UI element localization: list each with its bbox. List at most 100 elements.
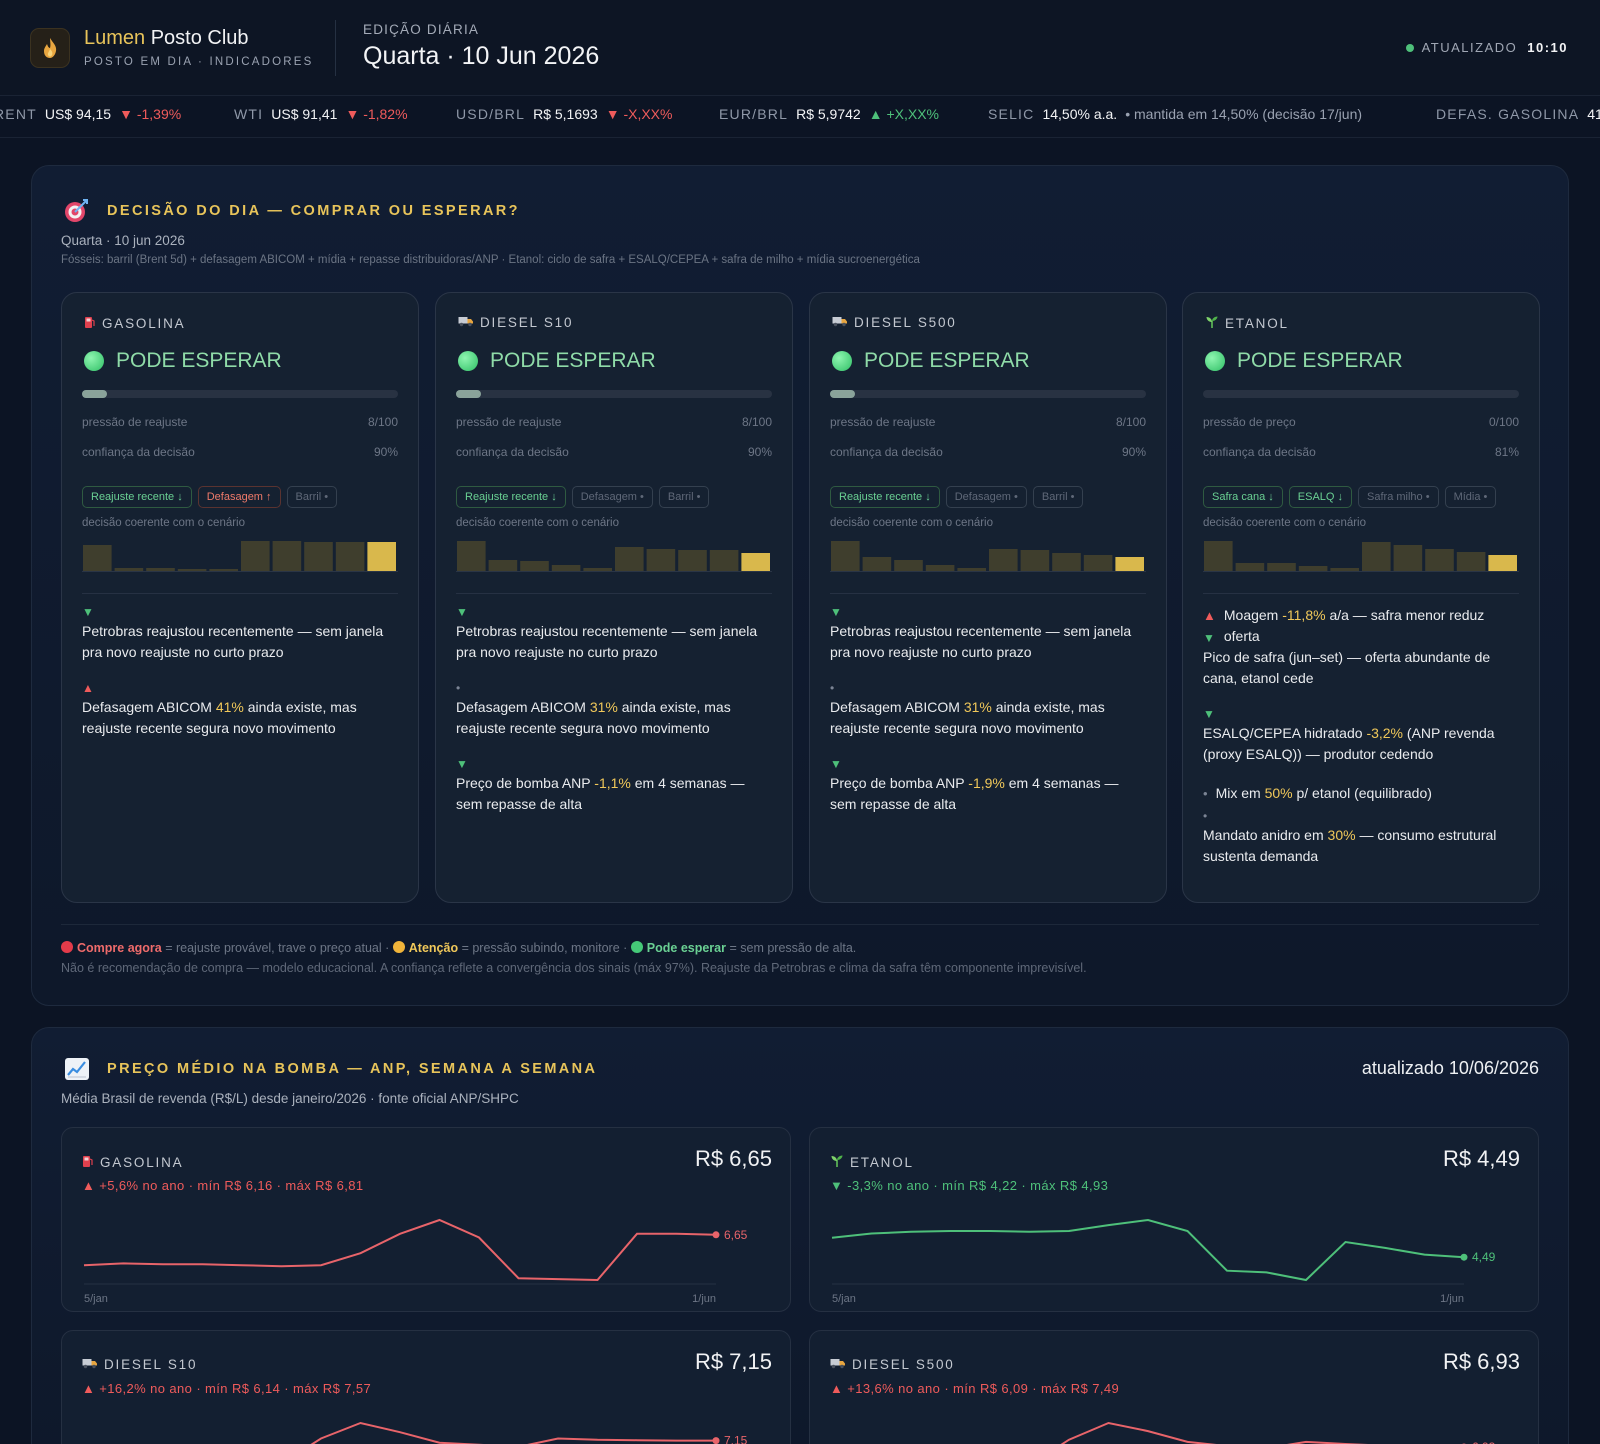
green-status-dot-icon bbox=[1205, 351, 1225, 371]
history-bar bbox=[1083, 555, 1113, 571]
decision-history-chart bbox=[1203, 541, 1519, 572]
current-price: R$ 6,65 bbox=[694, 1146, 772, 1171]
market-ticker: RENTUS$ 94,15▼ -1,39% WTIUS$ 91,41▼ -1,8… bbox=[0, 97, 1600, 138]
signal-down-icon: ▼ bbox=[456, 605, 468, 619]
ticker-item-usdbrl[interactable]: USD/BRL R$ 5,1693 ▼ -X,XX% bbox=[456, 106, 672, 122]
history-bar bbox=[1330, 568, 1359, 571]
decision-card-gasolina[interactable]: GASOLINA PODE ESPERAR pressão de reajuste 8… bbox=[61, 292, 419, 903]
green-status-dot-icon bbox=[84, 351, 104, 371]
history-bar bbox=[1267, 563, 1296, 571]
signal-tag[interactable]: Mídia • bbox=[1444, 486, 1497, 508]
signal-down-icon: ▼ bbox=[456, 757, 468, 771]
history-bar bbox=[146, 568, 175, 571]
signal-tags: Reajuste recente ↓ Defasagem • Barril • bbox=[830, 486, 1084, 508]
price-sparkline: 6,93 bbox=[1060, 1421, 1496, 1444]
signal-tag[interactable]: Reajuste recente ↓ bbox=[82, 486, 192, 508]
history-bar bbox=[1235, 563, 1265, 571]
history-bar bbox=[1115, 557, 1144, 571]
confidence-row: confiança da decisão 81% bbox=[1203, 445, 1519, 459]
history-bar bbox=[989, 549, 1018, 571]
card-title: ETANOL bbox=[1205, 315, 1289, 332]
history-bar bbox=[1393, 545, 1423, 571]
ticker-item-defasagem[interactable]: DEFAS. GASOLINA41% bbox=[1436, 106, 1600, 122]
history-bar bbox=[741, 553, 770, 571]
decision-card-diesel-s500[interactable]: DIESEL S500 PODE ESPERAR pressão de reajus… bbox=[809, 292, 1167, 903]
price-point bbox=[712, 1437, 720, 1444]
signal-tag[interactable]: Barril • bbox=[1032, 486, 1084, 508]
last-value-label: 4,49 bbox=[1472, 1250, 1496, 1264]
coherence-note: decisão coerente com o cenário bbox=[82, 517, 246, 529]
ticker-item-wti[interactable]: WTI US$ 91,41 ▼ -1,82% bbox=[234, 106, 408, 122]
signal-tags: Safra cana ↓ ESALQ ↓ Safra milho • Mídia • bbox=[1203, 486, 1497, 508]
price-card-diesel-s10[interactable]: DIESEL S10 R$ 7,15 ▲ +16,2% no ano · mín R… bbox=[61, 1330, 791, 1444]
signal-item: ▲ Defasagem ABICOM 41% ainda existe, mas … bbox=[82, 681, 400, 739]
signal-tag[interactable]: Reajuste recente ↓ bbox=[456, 486, 566, 508]
price-card-etanol[interactable]: ETANOL R$ 4,49 ▼ -3,3% no ano · mín R$ 4,2… bbox=[809, 1127, 1539, 1312]
signal-item: ▼ ESALQ/CEPEA hidratado -3,2% (ANP revend… bbox=[1203, 707, 1521, 765]
history-bar bbox=[709, 550, 739, 571]
price-card-diesel-s500[interactable]: DIESEL S500 R$ 6,93 ▲ +13,6% no ano · mín … bbox=[809, 1330, 1539, 1444]
signal-tag[interactable]: ESALQ ↓ bbox=[1288, 486, 1353, 508]
truck-icon bbox=[82, 1357, 98, 1372]
price-point bbox=[712, 1231, 720, 1239]
signal-tag[interactable]: Defasagem • bbox=[571, 486, 653, 508]
signal-item: • Mix em 50% p/ etanol (equilibrado) bbox=[1203, 785, 1432, 801]
status-indicator: PODE ESPERAR bbox=[1205, 349, 1403, 373]
card-title: DIESEL S10 bbox=[458, 315, 573, 330]
chart-trend-icon bbox=[64, 1057, 90, 1086]
update-status: ATUALIZADO 10:10 bbox=[1405, 40, 1568, 55]
signal-tag[interactable]: Barril • bbox=[286, 486, 338, 508]
history-bar bbox=[646, 549, 676, 571]
signal-tag[interactable]: Barril • bbox=[658, 486, 710, 508]
coherence-note: decisão coerente com o cenário bbox=[1203, 517, 1367, 529]
decision-card-etanol[interactable]: ETANOL PODE ESPERAR pressão de preço 0/100 c… bbox=[1182, 292, 1540, 903]
card-divider bbox=[1203, 593, 1519, 594]
history-bar bbox=[457, 541, 486, 571]
status-indicator: PODE ESPERAR bbox=[832, 349, 1030, 373]
top-header: Lumen Posto Club POSTO EM DIA · INDICADO… bbox=[0, 0, 1600, 96]
history-bar bbox=[83, 545, 112, 571]
prices-title: PREÇO MÉDIO NA BOMBA — ANP, SEMANA A SEM… bbox=[107, 1061, 598, 1077]
history-bar bbox=[925, 565, 955, 571]
signal-tag[interactable]: Safra milho • bbox=[1358, 486, 1439, 508]
target-icon bbox=[63, 198, 89, 229]
current-price: R$ 4,49 bbox=[1442, 1146, 1520, 1171]
card-divider bbox=[82, 593, 398, 594]
signal-tag[interactable]: Defasagem ↑ bbox=[197, 486, 281, 508]
history-bar bbox=[367, 542, 396, 571]
ticker-item-eurbrl[interactable]: EUR/BRL R$ 5,9742 ▲ +X,XX% bbox=[719, 106, 939, 122]
signal-item: ▼ Preço de bomba ANP -1,1% em 4 semanas —… bbox=[456, 757, 774, 815]
truck-icon bbox=[832, 315, 848, 330]
price-series-line bbox=[83, 1218, 717, 1282]
history-bar bbox=[1456, 552, 1486, 571]
pressure-row: pressão de reajuste 8/100 bbox=[456, 415, 772, 429]
signal-item: • Defasagem ABICOM 31% ainda existe, mas … bbox=[830, 681, 1148, 739]
signal-tag[interactable]: Safra cana ↓ bbox=[1203, 486, 1283, 508]
current-price: R$ 7,15 bbox=[694, 1349, 772, 1374]
fuel-pump-icon bbox=[82, 1154, 94, 1171]
signal-neutral-icon: • bbox=[830, 681, 835, 695]
brand-name[interactable]: Lumen Posto Club bbox=[84, 27, 249, 50]
signal-tag[interactable]: Reajuste recente ↓ bbox=[830, 486, 940, 508]
status-indicator: PODE ESPERAR bbox=[84, 349, 282, 373]
signal-down-icon: ▼ bbox=[830, 605, 842, 619]
last-value-label: 6,65 bbox=[724, 1228, 748, 1242]
price-card-title: DIESEL S500 bbox=[830, 1357, 955, 1372]
price-change: ▲ +13,6% no ano · mín R$ 6,09 · máx R$ 7… bbox=[830, 1381, 1120, 1396]
price-change: ▲ +16,2% no ano · mín R$ 6,14 · máx R$ 7… bbox=[82, 1381, 372, 1396]
green-status-dot-icon bbox=[458, 351, 478, 371]
flame-icon[interactable] bbox=[30, 28, 70, 68]
confidence-row: confiança da decisão 90% bbox=[830, 445, 1146, 459]
status-indicator: PODE ESPERAR bbox=[458, 349, 656, 373]
ticker-item-selic[interactable]: SELIC 14,50% a.a. • mantida em 14,50% (dec… bbox=[988, 106, 1362, 122]
decision-card-diesel-s10[interactable]: DIESEL S10 PODE ESPERAR pressão de reajust… bbox=[435, 292, 793, 903]
signal-item: ▼ Pico de safra (jun–set) — oferta abunda… bbox=[1203, 631, 1521, 689]
ticker-item-brent[interactable]: RENTUS$ 94,15▼ -1,39% bbox=[0, 106, 181, 122]
price-card-gasolina[interactable]: GASOLINA R$ 6,65 ▲ +5,6% no ano · mín R$ 6… bbox=[61, 1127, 791, 1312]
decision-history-chart bbox=[82, 541, 398, 572]
signal-tag[interactable]: Defasagem • bbox=[945, 486, 1027, 508]
history-bar bbox=[551, 565, 581, 571]
truck-icon bbox=[830, 1357, 846, 1372]
pressure-row: pressão de preço 0/100 bbox=[1203, 415, 1519, 429]
history-bar bbox=[678, 550, 707, 571]
